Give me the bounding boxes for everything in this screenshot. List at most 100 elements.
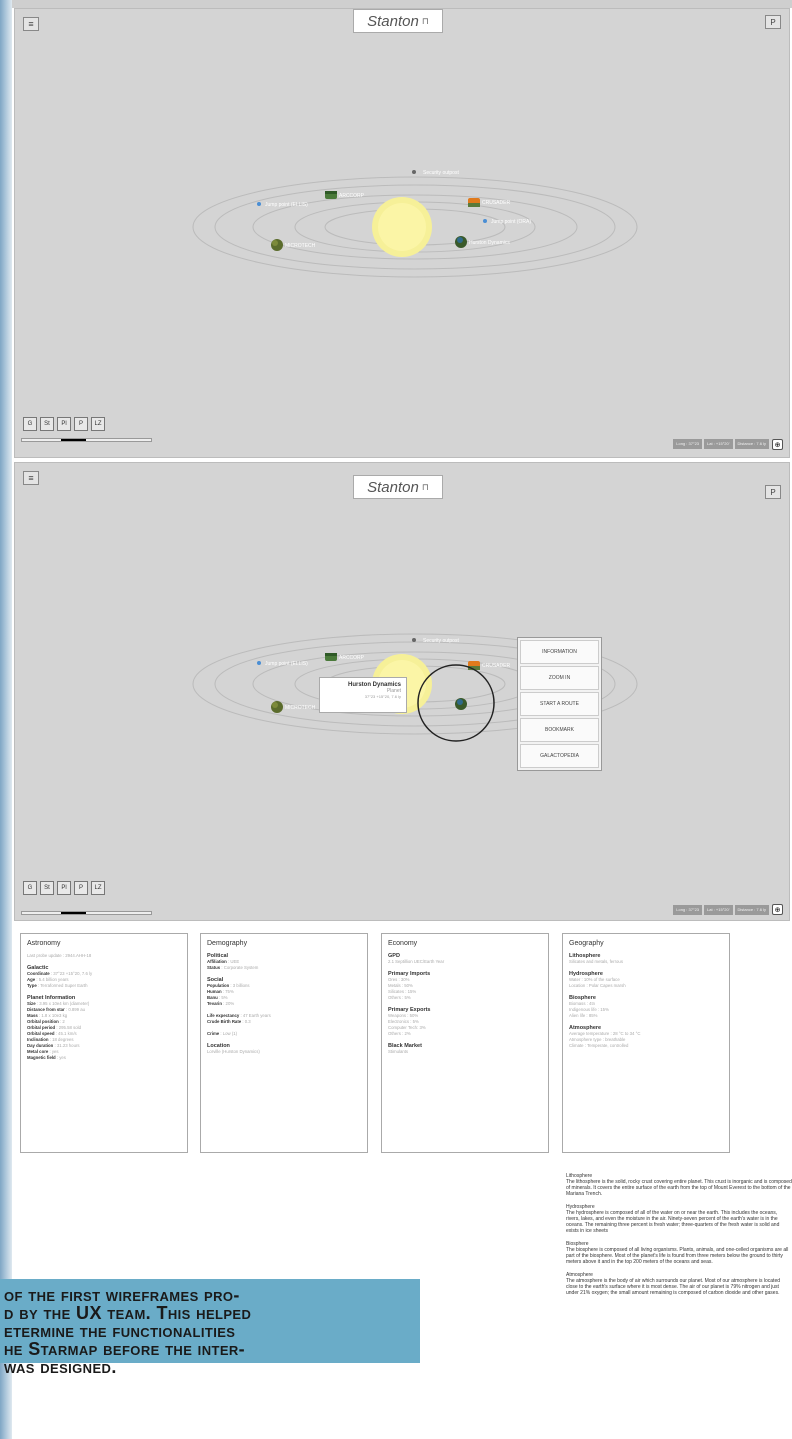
card-demography: Demography Political Affiliation : UEE St… bbox=[200, 933, 368, 1153]
view-galaxy-button[interactable]: G bbox=[23, 417, 37, 431]
info-key: Distance from star bbox=[27, 1007, 65, 1012]
menu-item-start-route[interactable]: START A ROUTE bbox=[520, 692, 599, 716]
view-poi-button[interactable]: P bbox=[74, 417, 88, 431]
info-key: Human bbox=[207, 989, 222, 994]
info-key: Crime bbox=[207, 1031, 220, 1036]
note-body: The hydrosphere is composed of all of th… bbox=[566, 1210, 780, 1234]
menu-item-zoom-in[interactable]: ZOOM IN bbox=[520, 666, 599, 690]
info-key: Inclination bbox=[27, 1037, 49, 1042]
planet-crusader[interactable]: CRUSADER bbox=[468, 198, 510, 207]
note-body: The lithosphere is the solid, rocky crus… bbox=[566, 1179, 792, 1197]
menu-item-bookmark[interactable]: BOOKMARK bbox=[520, 718, 599, 742]
card-title: Geography bbox=[569, 940, 604, 947]
caption-line: etermine the functionalities bbox=[4, 1321, 236, 1341]
view-landing-zone-button[interactable]: LZ bbox=[91, 881, 105, 895]
info-row: Crude Birth Rate : 0.3 bbox=[207, 1019, 251, 1024]
info-key: Crude Birth Rate bbox=[207, 1019, 242, 1024]
starmap-panel-overview: ≡ Stanton ⊓ P Security outpost Jump point… bbox=[14, 8, 790, 458]
info-key: Day duration bbox=[27, 1043, 54, 1048]
planet-label: MICROTECH bbox=[285, 243, 316, 249]
view-system-button[interactable]: St bbox=[40, 881, 54, 895]
info-key: Status bbox=[207, 965, 221, 970]
coordinate-readout: Long : 37°23 Lat : +15°20' Distance : 7.… bbox=[673, 439, 769, 449]
info-key: Population bbox=[207, 983, 230, 988]
menu-item-galactopedia[interactable]: GALACTOPEDIA bbox=[520, 744, 599, 768]
info-key: Life expectancy bbox=[207, 1013, 240, 1018]
info-row: Alien life : 85% bbox=[569, 1013, 598, 1018]
station-label: Security outpost bbox=[423, 638, 459, 644]
info-row: Tevarin : 20% bbox=[207, 1001, 235, 1006]
distance: Distance : 7.6 ly bbox=[734, 439, 769, 449]
zoom-slider[interactable] bbox=[21, 438, 152, 442]
longitude: Long : 37°23 bbox=[673, 905, 703, 915]
card-title: Demography bbox=[207, 940, 248, 947]
planet-label: CRUSADER bbox=[482, 663, 510, 669]
info-row: Climate : Temperate, controlled bbox=[569, 1043, 629, 1048]
zoom-slider-fill bbox=[60, 912, 87, 914]
jump-label: Jump point (ELLIS) bbox=[265, 202, 308, 208]
sidebar-strip bbox=[0, 0, 12, 1439]
locate-icon[interactable]: ⊕ bbox=[772, 904, 783, 915]
planet-label: ARCCORP bbox=[339, 655, 365, 661]
zoom-slider-fill bbox=[60, 439, 87, 441]
card-astronomy: Astronomy Last probe update : 2944.AHH-1… bbox=[20, 933, 188, 1153]
info-row: Others : 2% bbox=[388, 1031, 411, 1036]
jump-point-marker[interactable] bbox=[257, 661, 261, 665]
lithosphere-list: Silicates and metals, ferrous bbox=[569, 959, 723, 965]
view-buttons: G St Pl P LZ bbox=[23, 881, 105, 895]
political-list: Affiliation : UEE Status : Corporate Syst… bbox=[207, 959, 361, 971]
tooltip-coords: 37°23 +15°20, 7.6 ly bbox=[364, 694, 401, 699]
info-row: Magnetic field : yes bbox=[27, 1055, 66, 1060]
planet-label: ARCCORP bbox=[339, 193, 365, 199]
view-planet-button[interactable]: Pl bbox=[57, 881, 71, 895]
info-key: Tevarin bbox=[207, 1001, 222, 1006]
info-key: Metal core bbox=[27, 1049, 49, 1054]
longitude: Long : 37°23 bbox=[673, 439, 703, 449]
note-body: The biosphere is composed of all living … bbox=[566, 1247, 789, 1265]
station-marker[interactable] bbox=[412, 170, 416, 174]
info-row: Silicates and metals, ferrous bbox=[569, 959, 623, 964]
note-body: The atmosphere is the body of air which … bbox=[566, 1278, 781, 1296]
menu-item-information[interactable]: INFORMATION bbox=[520, 640, 599, 664]
info-row: Location : Polar Capes marsh bbox=[569, 983, 626, 988]
jump-label: Jump point (ORA) bbox=[491, 219, 531, 225]
info-key: Banu bbox=[207, 995, 218, 1000]
jump-point-marker[interactable] bbox=[257, 202, 261, 206]
view-system-button[interactable]: St bbox=[40, 417, 54, 431]
locate-icon[interactable]: ⊕ bbox=[772, 439, 783, 450]
distance: Distance : 7.6 ly bbox=[734, 905, 769, 915]
view-landing-zone-button[interactable]: LZ bbox=[91, 417, 105, 431]
info-key: Mass bbox=[27, 1013, 38, 1018]
view-galaxy-button[interactable]: G bbox=[23, 881, 37, 895]
imports-list: Ores : 30% Metals : 50% Silicates : 15% Oth… bbox=[388, 977, 542, 1001]
star-core bbox=[378, 203, 426, 251]
station-marker[interactable] bbox=[412, 638, 416, 642]
jump-point-marker[interactable] bbox=[483, 219, 487, 223]
info-key: Coordinate bbox=[27, 971, 50, 976]
planet-label: Hurston Dynamics bbox=[469, 240, 510, 246]
info-row: Status : Corporate System bbox=[207, 965, 259, 970]
planet-hurston[interactable]: Hurston Dynamics bbox=[455, 236, 510, 248]
planet-arccorp[interactable]: ARCCORP bbox=[325, 653, 365, 661]
zoom-slider[interactable] bbox=[21, 911, 152, 915]
card-title: Economy bbox=[388, 940, 418, 947]
view-poi-button[interactable]: P bbox=[74, 881, 88, 895]
caption-line: he Starmap before the inter- bbox=[4, 1339, 246, 1359]
sphere-notes: Lithosphere The lithosphere is the solid,… bbox=[566, 1166, 792, 1296]
info-row: Crime : Low (1) bbox=[207, 1031, 238, 1036]
info-key: Orbital period bbox=[27, 1025, 56, 1030]
planet-crusader[interactable]: CRUSADER bbox=[468, 661, 510, 670]
planet-microtech[interactable]: MICROTECH bbox=[271, 701, 316, 713]
planet-info-list: Size : 3.95 x 10e4 km (diameter) Distance… bbox=[27, 1001, 181, 1061]
planet-arccorp[interactable]: ARCCORP bbox=[325, 191, 365, 199]
top-decoration bbox=[12, 0, 792, 8]
planet-hurston-selected[interactable] bbox=[417, 664, 495, 742]
info-key: Affiliation bbox=[207, 959, 227, 964]
starmap-panel-context: ≡ Stanton ⊓ P Security outpost Jump point… bbox=[14, 462, 790, 921]
biosphere-list: Biomass : 4tn Indigenous life : 15% Alien … bbox=[569, 1001, 723, 1019]
galactic-list: Coordinate : 37°23 +15°20, 7.6 ly Age : 5… bbox=[27, 971, 181, 989]
info-key: Magnetic field bbox=[27, 1055, 56, 1060]
planet-microtech[interactable]: MICROTECH bbox=[271, 239, 316, 251]
crime-list: Crime : Low (1) bbox=[207, 1031, 361, 1037]
view-planet-button[interactable]: Pl bbox=[57, 417, 71, 431]
